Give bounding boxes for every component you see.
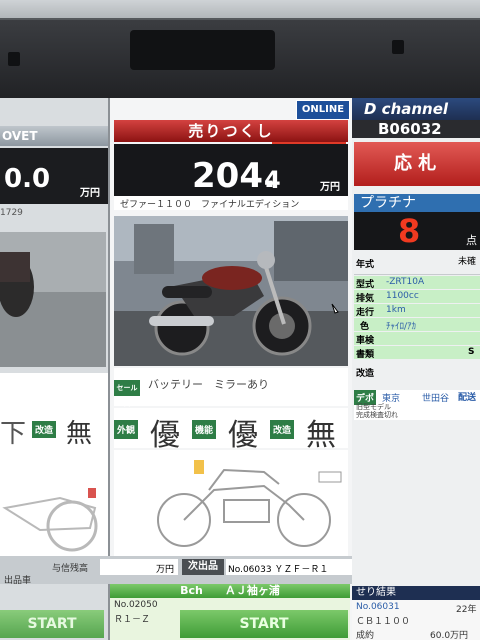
spec-row-documents: 書類 S <box>354 346 480 360</box>
previous-lot-grade-modify: 無 <box>66 419 93 449</box>
result-status: 成約 <box>356 631 375 640</box>
previous-lot-diagram <box>2 488 98 552</box>
spec-row-year: 年式 未確 <box>354 252 480 275</box>
model-name: ゼファー１１００ ファイナルエディション <box>120 200 300 210</box>
result-model: ＣＢ１１００ <box>356 617 411 627</box>
sales-label: セールス <box>114 380 140 408</box>
spec-value: ﾁｬｲﾛ/ｱｶ <box>386 322 417 332</box>
channel-label: D channel <box>352 98 480 120</box>
depot-area: 世田谷 <box>422 394 450 404</box>
model-name-bar: ゼファー１１００ ファイナルエディション <box>114 196 348 210</box>
start-button-left[interactable]: START <box>0 610 104 638</box>
next-lot-field: No.06033 ＹＺＦ－Ｒ１ <box>226 559 352 575</box>
credit-balance-field: 万円 <box>100 559 178 575</box>
credit-balance-unit: 万円 <box>156 565 175 575</box>
next-lot-button[interactable]: 次出品 <box>182 559 224 575</box>
b-channel-panel: Bch ＡＪ袖ヶ浦 No.02050 Ｒ１－Ｚ START <box>110 584 350 640</box>
auction-result-panel: せり結果 No.06031 22年 ＣＢ１１００ 成約 60.0万円 <box>352 586 480 640</box>
current-price-unit: 万円 <box>320 182 340 193</box>
spec-label: 書類 <box>356 350 375 360</box>
result-lot: No.06031 <box>356 602 400 612</box>
spec-label: 改造 <box>356 369 375 379</box>
spec-row-displacement: 排気 1100cc <box>354 290 480 304</box>
condition-grades: 外観 優 機能 優 改造 無 <box>114 408 348 453</box>
previous-lot-grade-exterior: 下 <box>0 419 27 449</box>
previous-lot-grade-modify-label: 改造 <box>32 421 57 438</box>
grade-modify-label: 改造 <box>270 420 295 439</box>
previous-lot-grade-area: 下 改造 無 <box>0 373 108 563</box>
bottom-info-strip: 与信残高 万円 次出品 No.06033 ＹＺＦ－Ｒ１ 出品車 <box>0 556 352 586</box>
spec-label: 排気 <box>356 294 375 304</box>
spec-extra: 未確 <box>458 257 477 267</box>
spec-row-model: 型式 -ZRT10A <box>354 276 480 290</box>
spec-label: 車検 <box>356 336 375 346</box>
previous-lot-price-box: 0.0 万円 <box>0 148 108 204</box>
previous-lot-photo-graphic <box>0 232 106 367</box>
spec-row-color: 色 ﾁｬｲﾛ/ｱｶ <box>354 318 480 332</box>
start-button[interactable]: START <box>180 610 348 638</box>
lot-number: B06032 <box>352 120 480 138</box>
auction-screen: OVET 0.0 万円 1729 下 改造 無 売りつくし 204. 4 万円 … <box>0 98 480 640</box>
spec-extra: S <box>468 347 475 357</box>
current-price-decimal: 4 <box>264 166 281 194</box>
motorcycle-photo-graphic <box>114 216 348 366</box>
spec-label: 走行 <box>356 308 375 318</box>
remark-line-2: 完成検査切れ <box>356 411 398 419</box>
spec-row-modification: 改造 <box>354 362 480 384</box>
monitor-sensor-slot <box>130 30 275 70</box>
previous-lot-price: 0.0 <box>4 164 51 194</box>
previous-lot-price-unit: 万円 <box>80 188 100 199</box>
bezel-screw <box>8 52 20 66</box>
spec-label: 型式 <box>356 280 375 290</box>
exhibited-vehicle-label: 出品車 <box>4 576 32 586</box>
sales-notes-area: セールス バッテリー ミラーあり <box>114 368 348 408</box>
sales-note: バッテリー ミラーあり <box>148 378 269 391</box>
b-channel-header: Bch ＡＪ袖ヶ浦 <box>110 584 350 598</box>
delivery-label: 配送 <box>458 393 477 403</box>
bid-button[interactable]: 応 札 <box>354 142 480 186</box>
spec-row-mileage: 走行 1km <box>354 304 480 318</box>
grade-exterior-value: 優 <box>150 418 180 453</box>
points-unit: 点 <box>466 234 477 247</box>
bezel-screw <box>392 40 404 54</box>
previous-lot-number: 1729 <box>0 208 23 218</box>
next-lot-info: No.06033 ＹＺＦ－Ｒ１ <box>228 565 329 575</box>
spec-label: 色 <box>360 322 370 332</box>
depot-info: デポ 東京 世田谷 配送 旧型モデル 完成検査切れ <box>354 390 480 420</box>
b-channel-lot: No.02050 <box>114 600 158 610</box>
grade-modify-value: 無 <box>306 418 336 453</box>
online-badge: ONLINE <box>296 100 350 120</box>
spec-row-inspection: 車検 <box>354 332 480 346</box>
spec-label: 年式 <box>356 260 375 270</box>
previous-lot-photo <box>0 232 106 367</box>
motorcycle-photo <box>114 216 348 366</box>
result-year: 22年 <box>456 605 477 615</box>
sale-title-bar: 売りつくし <box>114 120 348 142</box>
result-header: せり結果 <box>352 586 480 600</box>
grade-function-label: 機能 <box>192 420 217 439</box>
previous-lot-header: OVET <box>0 126 108 146</box>
grade-class-label: プラチナ <box>354 194 480 212</box>
spec-table: 年式 未確 型式 -ZRT10A 排気 1100cc 走行 1km 色 ﾁｬｲﾛ… <box>354 252 480 392</box>
spec-value: 1100cc <box>386 291 419 301</box>
grade-function-value: 優 <box>228 418 258 453</box>
spec-value: -ZRT10A <box>386 277 425 287</box>
spec-value: 1km <box>386 305 406 315</box>
bike-outline-graphic <box>157 460 342 547</box>
b-channel-model: Ｒ１－Ｚ <box>114 615 151 625</box>
grade-exterior-label: 外観 <box>114 420 139 439</box>
current-price-box: 204. 4 万円 <box>114 144 348 196</box>
points-value: 8 <box>398 212 421 250</box>
credit-balance-label: 与信残高 <box>52 564 89 574</box>
previous-lot-header-text: OVET <box>2 129 38 143</box>
bike-damage-diagram <box>114 450 348 558</box>
points-box: 8 点 <box>354 212 480 250</box>
result-price: 60.0万円 <box>430 631 469 640</box>
